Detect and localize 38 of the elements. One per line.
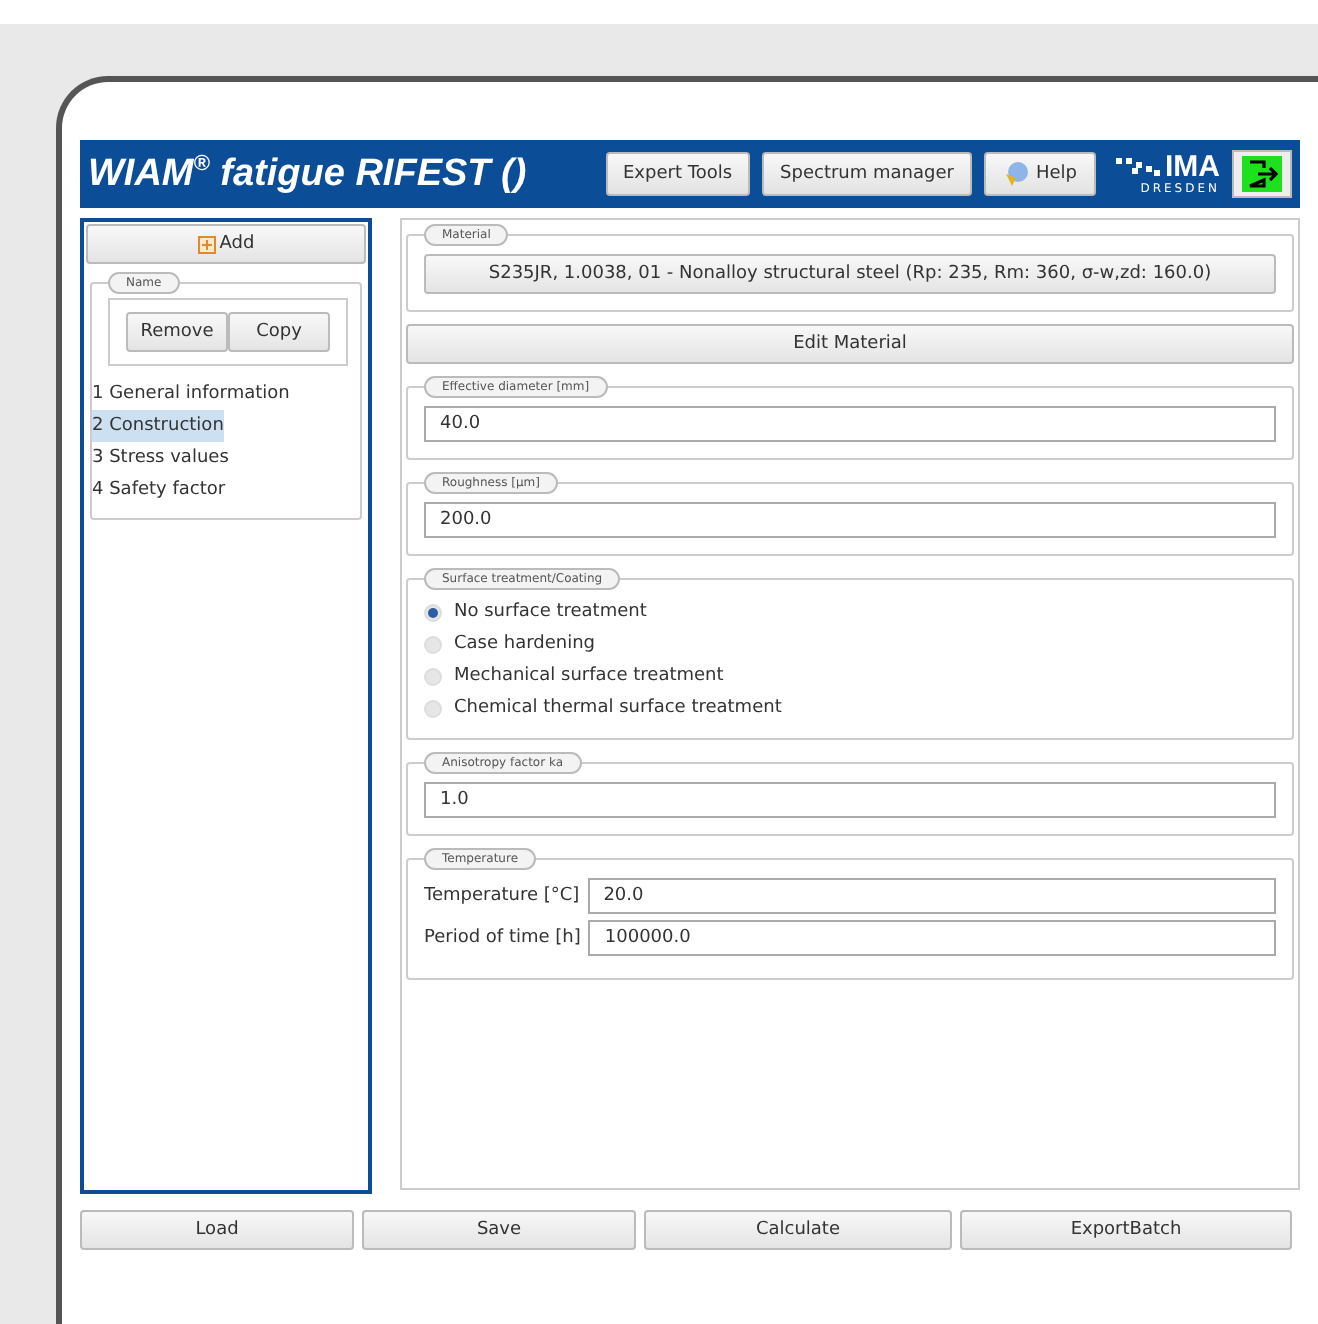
input-field[interactable]: 200.0: [424, 502, 1276, 538]
radio-button[interactable]: [424, 699, 442, 717]
radio-button[interactable]: [424, 603, 442, 621]
plus-icon: [197, 235, 216, 253]
help-icon: [1001, 160, 1030, 188]
toolbar-button[interactable]: Spectrum manager: [762, 152, 972, 196]
dots-logo-icon: [1115, 157, 1159, 177]
radio-label[interactable]: Mechanical surface treatment: [454, 666, 724, 686]
footer-button[interactable]: ExportBatch: [960, 1210, 1292, 1250]
exit-icon: [1242, 156, 1282, 192]
radio-label[interactable]: No surface treatment: [454, 602, 647, 622]
input-field[interactable]: 1.0: [424, 782, 1276, 818]
field-label: Temperature [°C]: [424, 886, 580, 906]
add-button[interactable]: Add: [86, 224, 366, 264]
edit-material-button[interactable]: Edit Material: [406, 324, 1294, 364]
sidebar-item[interactable]: 4 Safety factor: [92, 474, 226, 506]
sidebar-item[interactable]: 3 Stress values: [92, 442, 229, 474]
action-button[interactable]: Remove: [126, 312, 228, 352]
toolbar-button[interactable]: Expert Tools: [605, 152, 751, 196]
input-field[interactable]: 40.0: [424, 406, 1276, 442]
sidebar-item[interactable]: 2 Construction: [92, 410, 224, 442]
material-button[interactable]: S235JR, 1.0038, 01 - Nonalloy structural steel (Rp: 235, Rm: 360, σ-w,zd: 160.0): [424, 254, 1276, 294]
input-field[interactable]: 100000.0: [588, 920, 1276, 956]
radio-button[interactable]: [424, 635, 442, 653]
help-button[interactable]: Help: [983, 152, 1095, 196]
footer-button[interactable]: Save: [362, 1210, 636, 1250]
action-button[interactable]: Copy: [228, 312, 330, 352]
app-title: WIAM$^{®}$ fatigue RIFEST (): [88, 151, 529, 197]
footer-button[interactable]: Calculate: [644, 1210, 952, 1250]
input-field[interactable]: 20.0: [587, 878, 1276, 914]
logo-text: IMA: [1165, 153, 1220, 181]
footer-button[interactable]: Load: [80, 1210, 354, 1250]
field-label: Period of time [h]: [424, 928, 581, 948]
radio-label[interactable]: Chemical thermal surface treatment: [454, 698, 782, 718]
exit-button[interactable]: [1232, 150, 1292, 198]
radio-button[interactable]: [424, 667, 442, 685]
radio-label[interactable]: Case hardening: [454, 634, 596, 654]
sidebar-item[interactable]: 1 General information: [92, 378, 290, 410]
